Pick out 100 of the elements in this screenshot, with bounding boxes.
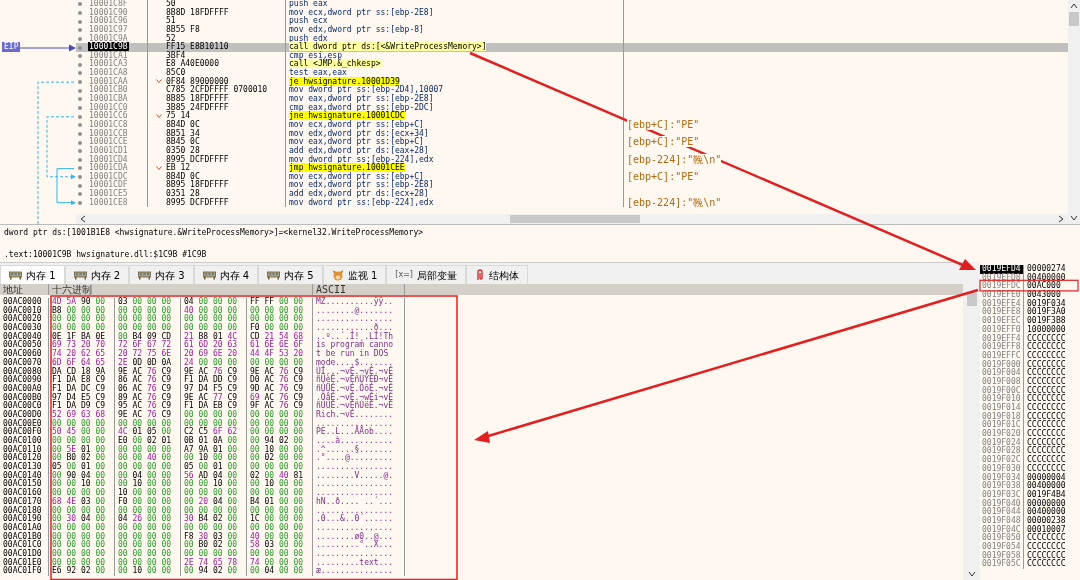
hex-bytes: 00 00 00 00 [247,410,313,420]
hex-bytes: 1C 00 00 00 [247,515,313,524]
address-cell: 0019F044 [980,508,1024,517]
breakpoint-dot[interactable] [78,106,82,110]
hex-bytes: 00 00 00 00 [247,489,313,498]
breakpoint-dot[interactable] [78,28,82,33]
address-cell: 10001C8F [88,0,129,8]
breakpoint-dot[interactable] [78,149,82,154]
scrollbar-thumb[interactable] [1069,12,1079,26]
scrollbar-thumb[interactable] [966,292,977,306]
memory-module-icon [138,270,152,280]
bytes-cell-text: 8B4D 0C [166,120,200,129]
tab[interactable]: 监视 1 [322,265,387,284]
hex-bytes: 04 26 00 00 [115,515,181,524]
breakpoint-dot[interactable] [78,192,82,197]
address-cell: 00AC0090 [0,376,49,385]
breakpoint-dot[interactable] [78,201,82,206]
breakpoint-dot[interactable] [78,123,82,128]
hex-bytes: 00 30 04 00 [49,515,115,524]
bytes-cell-text: 3B85 24FDFFFF [166,103,229,112]
tab[interactable]: 结构体 [465,265,528,284]
value-cell-text: CCCCCCCC [1026,464,1066,473]
address-cell: 00AC0130 [0,463,49,472]
value-cell-text: 00000238 [1026,516,1066,525]
breakpoint-dot[interactable] [78,62,82,67]
breakpoint-dot[interactable] [78,131,82,136]
breakpoint-dot[interactable] [78,2,82,7]
value-cell-text: CCCCCCCC [1026,430,1066,439]
hex-bytes: 6D 6F 64 65 [49,358,115,368]
address-cell: 00AC00A0 [0,384,49,394]
bytes-cell-text: E8 A40E0000 [166,60,219,69]
breakpoint-dot[interactable] [78,10,82,15]
instruction-cell: push ecx [289,16,328,26]
instruction-cell: cmp eax,dword ptr ss:[ebp-2DC] [289,102,434,112]
address-cell: 0019EFD4 [980,265,1024,274]
value-cell-text: 0043000 [1026,291,1061,300]
breakpoint-dot[interactable] [78,19,82,24]
hex-bytes: 00 04 00 00 [247,567,313,576]
address-cell: 10001C96 [88,16,129,26]
breakpoint-dot[interactable] [78,45,82,50]
hex-bytes: 9F AC 76 C9 [247,402,313,411]
ascii-cell: .........text... [313,558,405,568]
hex-bytes: 20 69 6E 20 [181,350,247,359]
value-cell-text: 10000000 [1026,325,1066,334]
breakpoint-dot[interactable] [78,114,82,119]
scroll-right-icon[interactable] [1058,215,1064,223]
breakpoint-dot[interactable] [78,80,82,85]
bytes-cell-text: 0F84 89000000 [166,77,229,86]
address-cell: 10001C9B [88,42,129,52]
tab[interactable]: 内存 1 [0,265,65,284]
address-cell: 10001C9A [88,33,129,43]
bytes-cell: EB 12 [166,164,191,173]
ascii-cell: ................ [313,549,405,559]
breakpoint-dot[interactable] [78,175,82,180]
ascii-cell: MZ..........ÿÿ.. [313,298,405,307]
hex-bytes: 0B 01 0A 00 [181,437,247,446]
scroll-left-icon[interactable] [80,215,86,223]
address-cell: 00AC0070 [0,358,49,368]
breakpoint-dot[interactable] [78,166,82,171]
tab[interactable]: 内存 4 [193,265,259,284]
scroll-up-icon[interactable] [1070,3,1078,9]
value-cell-text: CCCCCCCC [1026,334,1066,343]
scroll-down-icon[interactable] [967,571,976,577]
breakpoint-dot[interactable] [78,88,82,93]
tab[interactable]: 内存 5 [258,265,323,284]
value-cell-text: CCCCCCCC [1026,404,1066,412]
address-cell: 10001C90 [88,7,129,17]
hex-bytes: 86 AC 76 C9 [115,376,181,385]
tab[interactable]: 内存 2 [64,265,130,284]
address-cell: 0019F048 [980,516,1024,526]
hex-bytes: 00 00 00 00 [247,358,313,368]
value-cell-text: CCCCCCCC [1026,395,1066,404]
breakpoint-dot[interactable] [78,36,82,41]
animal-head-icon [331,269,344,281]
address-cell: 0019EFE0 [980,291,1024,300]
address-cell: 10001CC0 [88,102,129,112]
variable-icon: [x=] [395,269,413,281]
breakpoint-dot[interactable] [78,97,82,102]
scrollbar-thumb[interactable] [510,215,640,223]
hex-bytes: 00 00 00 00 [49,324,115,333]
instruction-cell: mov edx,dword ptr ss:[ebp-2E8] [289,180,434,190]
hex-bytes: 04 00 00 00 [181,298,247,307]
memory-module-icon [267,270,281,280]
scroll-down-icon[interactable] [1070,215,1078,221]
breakpoint-dot[interactable] [78,71,82,76]
hex-bytes: 00 00 00 00 [115,549,181,559]
breakpoint-dot[interactable] [78,157,82,162]
hex-bytes: 00 00 00 00 [247,549,313,559]
address-cell: 00AC0030 [0,324,49,333]
hex-bytes: FF FF 00 00 [247,298,313,307]
hex-bytes: 00 00 00 00 [247,523,313,533]
value-cell-text: CCCCCCCC [1026,386,1066,395]
instruction-cell: mov edx,dword ptr ds:[ecx+34] [289,128,429,138]
breakpoint-dot[interactable] [78,54,82,59]
tab[interactable]: 内存 3 [129,265,194,284]
memory-module-icon [73,270,87,280]
tab[interactable]: [x=] 局部变量 [386,265,466,284]
breakpoint-dot[interactable] [78,140,82,145]
hex-bytes: 4C 01 05 00 [115,428,181,437]
breakpoint-dot[interactable] [78,183,82,188]
